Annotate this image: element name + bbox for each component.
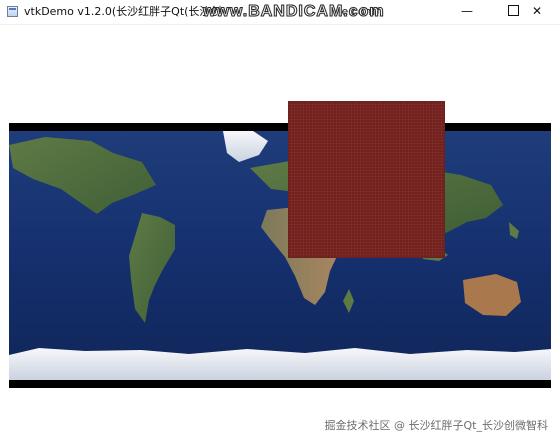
app-icon [7, 6, 18, 17]
vtk-render-view[interactable]: 掘金技术社区 @ 长沙红胖子Qt_长沙创微智科 [0, 25, 560, 441]
recording-watermark: www.BANDICAM.com [203, 3, 385, 21]
minimize-button[interactable]: — [444, 0, 490, 24]
world-map-image [9, 131, 551, 380]
title-bar[interactable]: vtkDemo v1.2.0(长沙红胖子Qt(长沙创 e.com) www.BAN… [0, 0, 560, 25]
close-button[interactable]: ✕ [514, 0, 560, 24]
map-frame [9, 123, 551, 388]
app-window: vtkDemo v1.2.0(长沙红胖子Qt(长沙创 e.com) www.BAN… [0, 0, 560, 441]
close-icon: ✕ [531, 4, 543, 18]
footer-watermark: 掘金技术社区 @ 长沙红胖子Qt_长沙创微智科 [324, 419, 548, 432]
red-plane-overlay [288, 101, 445, 258]
minimize-icon: — [461, 4, 473, 18]
